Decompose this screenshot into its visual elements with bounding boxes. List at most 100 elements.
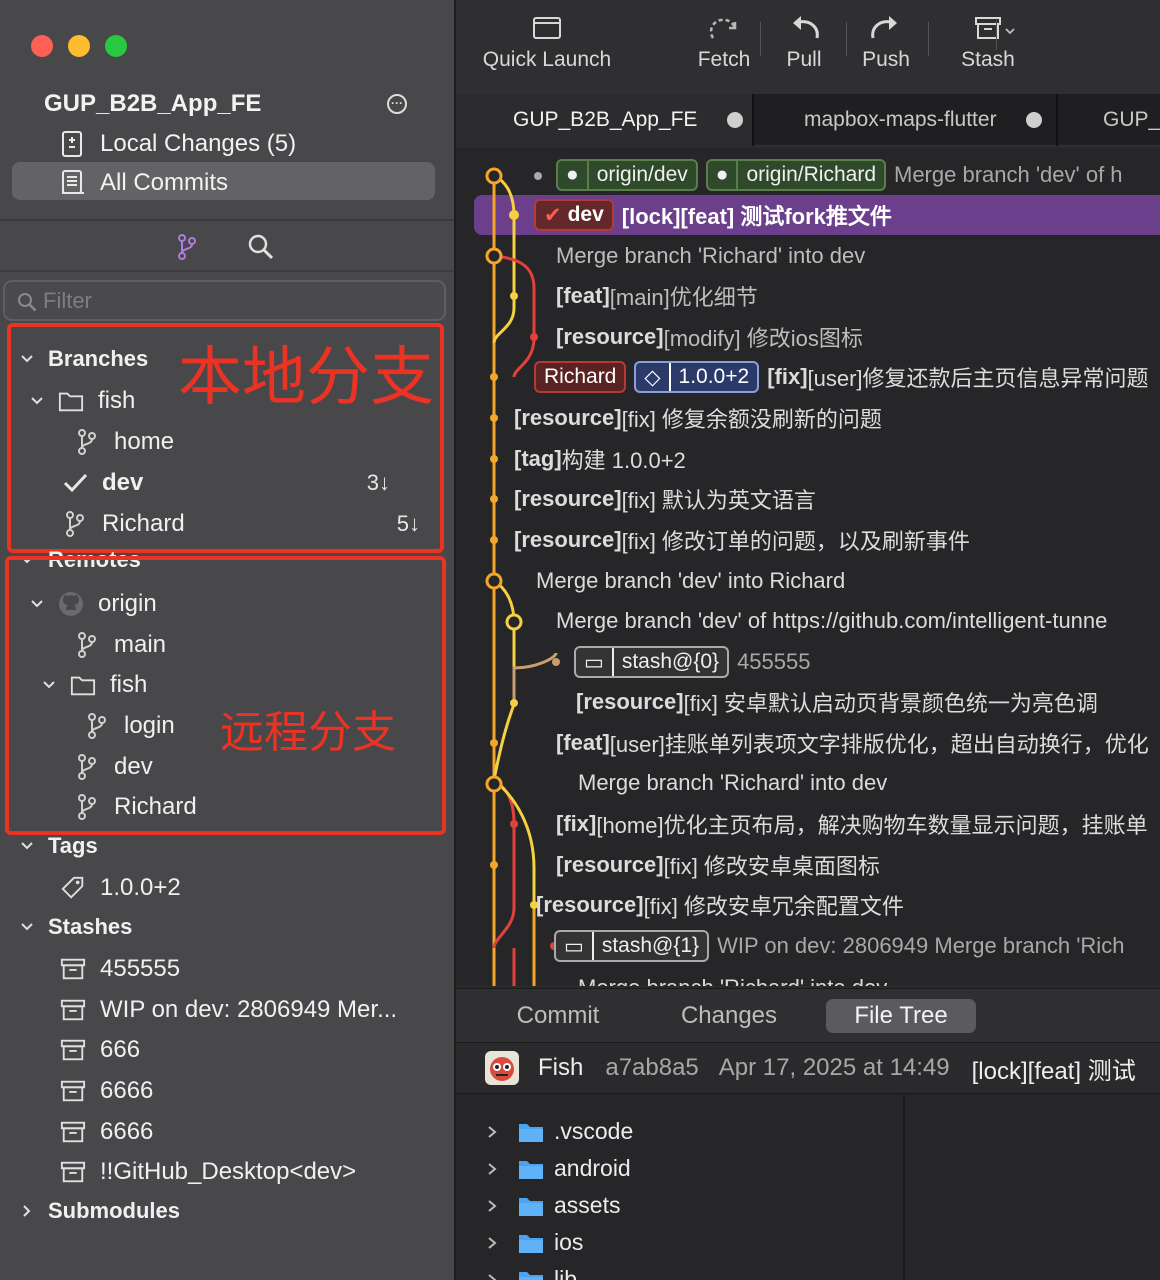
tags-header[interactable]: Tags	[20, 827, 98, 865]
toolbar-separator	[846, 22, 847, 56]
branch-badge: Richard	[534, 361, 627, 393]
file-tree-row[interactable]: .vscode	[486, 1113, 633, 1150]
folder-icon	[519, 1197, 543, 1216]
commit-message: [home]优化主页布局，解决购物车数量显示问题，挂账单	[596, 813, 1148, 838]
avatar	[485, 1051, 519, 1085]
chevron-right-icon[interactable]	[486, 1162, 498, 1176]
tag-badge: ◇ 1.0.0+2	[634, 361, 760, 393]
commit-row[interactable]: [fix] [home]优化主页布局，解决购物车数量显示问题，挂账单	[556, 804, 1160, 844]
commit-row-selected[interactable]: ✔ dev [lock][feat] 测试fork推文件	[534, 195, 1160, 235]
stash-item[interactable]: WIP on dev: 2806949 Mer...	[60, 991, 397, 1029]
folder-icon	[519, 1271, 543, 1280]
tag-icon: ◇	[644, 363, 671, 391]
tags-header-label: Tags	[48, 833, 98, 858]
stash-row[interactable]: ▭ stash@{1} WIP on dev: 2806949 Merge bra…	[554, 926, 1160, 966]
commit-date: Apr 17, 2025 at 14:49	[718, 1054, 950, 1081]
commit-message: Merge branch 'dev' into Richard	[536, 568, 846, 593]
chevron-down-icon[interactable]	[1004, 26, 1016, 36]
stash-item[interactable]: 455555	[60, 950, 180, 988]
commit-row[interactable]: Merge branch 'Richard' into dev	[556, 236, 1160, 276]
local-branches-annotation: 本地分支	[178, 341, 434, 415]
close-window-button[interactable]	[31, 35, 53, 57]
more-options-icon[interactable]: ···	[387, 94, 407, 114]
all-commits-item[interactable]: All Commits	[60, 166, 228, 200]
push-button[interactable]: Push	[860, 14, 912, 72]
minimize-window-button[interactable]	[68, 35, 90, 57]
stash-label: WIP on dev: 2806949 Mer...	[100, 996, 398, 1023]
commit-row[interactable]: [feat] [user]挂账单列表项文字排版优化，超出自动换行，优化	[556, 723, 1160, 763]
commit-row[interactable]: [resource] [modify] 修改ios图标	[556, 317, 1160, 357]
segment-changes[interactable]: Changes	[656, 999, 802, 1033]
commit-row[interactable]: Merge branch 'dev' into Richard	[536, 561, 1160, 601]
file-tree-row[interactable]: ios	[486, 1224, 583, 1261]
tab-mapbox-maps-flutter[interactable]: mapbox-maps-flutter	[754, 94, 1054, 146]
commit-row[interactable]: Merge branch 'dev' of https://github.com…	[556, 601, 1160, 641]
file-tree-splitter[interactable]	[903, 1094, 905, 1280]
pull-button[interactable]: Pull	[778, 14, 830, 72]
stash-label: 455555	[100, 955, 181, 982]
remote-ref-badge: ● origin/dev	[556, 159, 698, 191]
stash-name: 455555	[737, 649, 811, 674]
stash-item[interactable]: 666	[60, 1031, 140, 1069]
stash-item[interactable]: !!GitHub_Desktop<dev>	[60, 1153, 356, 1191]
segment-file-tree[interactable]: File Tree	[826, 999, 976, 1033]
tab-gup-e[interactable]: GUP_E	[1058, 94, 1160, 146]
tag-item[interactable]: 1.0.0+2	[60, 869, 181, 907]
stash-icon	[60, 1080, 86, 1102]
stash-item[interactable]: 6666	[60, 1072, 153, 1110]
fetch-button[interactable]: Fetch	[692, 14, 756, 72]
filter-field[interactable]	[3, 280, 446, 321]
tab-label: GUP_E	[1103, 108, 1160, 131]
commit-author: Fish	[538, 1054, 584, 1081]
fetch-icon	[709, 18, 737, 39]
commit-row[interactable]: Merge branch 'Richard' into dev	[578, 763, 1160, 803]
commit-message: 构建 1.0.0+2	[561, 448, 686, 473]
file-tree-row[interactable]: assets	[486, 1187, 620, 1224]
chevron-right-icon[interactable]	[486, 1236, 498, 1250]
tab-gup-b2b-app-fe[interactable]: GUP_B2B_App_FE	[456, 94, 752, 146]
file-tree-row[interactable]: lib	[486, 1261, 577, 1280]
commit-row[interactable]: [tag] 构建 1.0.0+2	[514, 439, 1160, 479]
stash-item[interactable]: 6666	[60, 1113, 153, 1151]
commit-row[interactable]: Richard ◇ 1.0.0+2 [fix] [user]修复还款后主页信息异常问…	[534, 357, 1160, 397]
commit-row[interactable]: [resource] [fix] 安卓默认启动页背景颜色统一为亮色调	[576, 682, 1160, 722]
head-branch-badge: ✔ dev	[534, 199, 614, 231]
commit-message: [fix] 修改订单的问题，以及刷新事件	[621, 529, 970, 554]
checkmark-icon: ✔	[544, 203, 562, 227]
commit-row[interactable]: Merge branch 'Richard' into dev	[578, 968, 1160, 986]
local-changes-item[interactable]: Local Changes (5)	[60, 127, 296, 161]
branch-view-icon[interactable]	[176, 233, 198, 261]
commit-message: [main]优化细节	[609, 285, 758, 310]
commit-row[interactable]: [resource] [fix] 修改安卓冗余配置文件	[536, 885, 1160, 925]
remote-ref-badge: ● origin/Richard	[705, 159, 886, 191]
commit-hash[interactable]: a7ab8a5	[605, 1054, 698, 1082]
commit-message: [user]挂账单列表项文字排版优化，超出自动换行，优化	[609, 732, 1149, 757]
zoom-window-button[interactable]	[105, 35, 127, 57]
folder-icon	[519, 1160, 543, 1179]
stash-row[interactable]: ▭ stash@{0} 455555	[574, 642, 1160, 682]
chevron-right-icon[interactable]	[486, 1125, 498, 1139]
stash-button[interactable]: Stash	[954, 14, 1022, 72]
file-name: .vscode	[554, 1118, 634, 1144]
commit-row[interactable]: [feat] [main]优化细节	[556, 276, 1160, 316]
filter-input[interactable]	[43, 288, 433, 314]
commit-message: Merge branch 'Richard' into dev	[578, 975, 887, 986]
commit-row[interactable]: [resource] [fix] 修复余额没刷新的问题	[514, 398, 1160, 438]
pull-icon	[793, 16, 819, 39]
commit-row[interactable]: [resource] [fix] 修改安卓桌面图标	[556, 845, 1160, 885]
repo-title[interactable]: GUP_B2B_App_FE	[44, 90, 261, 118]
file-name: assets	[554, 1192, 621, 1218]
commit-row[interactable]: [resource] [fix] 默认为英文语言	[514, 479, 1160, 519]
search-icon[interactable]	[247, 233, 275, 261]
commit-row[interactable]: ● origin/dev ● origin/Richard Merge branch…	[556, 155, 1160, 195]
push-label: Push	[862, 48, 910, 71]
chevron-right-icon[interactable]	[486, 1273, 498, 1280]
commit-row[interactable]: [resource] [fix] 修改订单的问题，以及刷新事件	[514, 520, 1160, 560]
segment-commit[interactable]: Commit	[496, 999, 620, 1033]
quick-launch-button[interactable]: Quick Launch	[482, 14, 612, 72]
file-name: android	[554, 1155, 631, 1181]
submodules-header[interactable]: Submodules	[20, 1192, 180, 1230]
file-tree-row[interactable]: android	[486, 1150, 631, 1187]
stashes-header[interactable]: Stashes	[20, 908, 132, 946]
chevron-right-icon[interactable]	[486, 1199, 498, 1213]
